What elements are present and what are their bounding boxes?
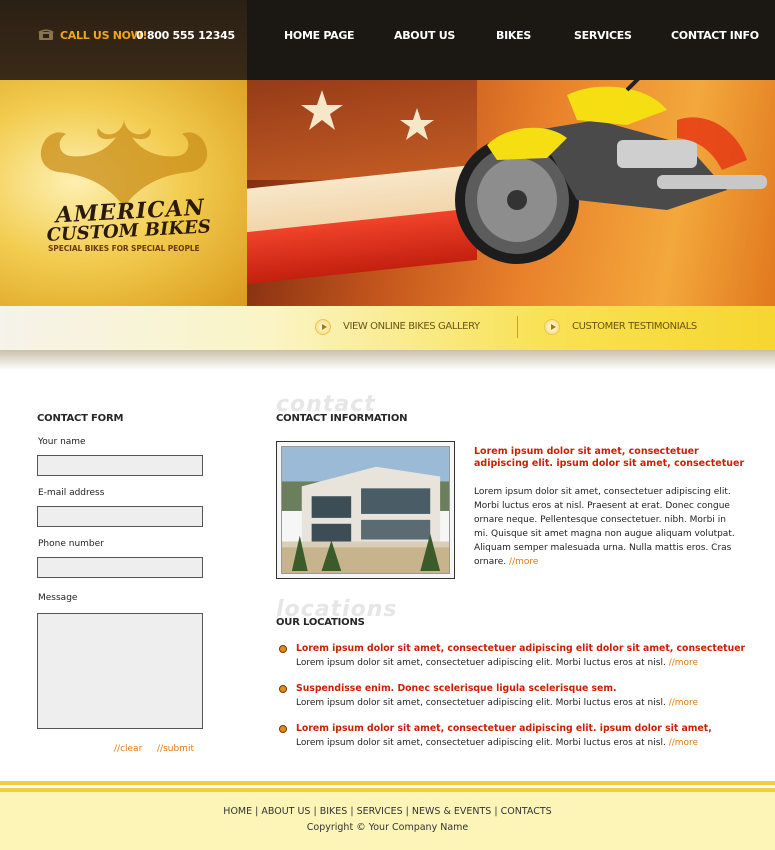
nav-about-us[interactable]: ABOUT US xyxy=(394,29,455,42)
footer-link-bikes[interactable]: BIKES xyxy=(320,806,348,817)
location-more-link-2[interactable]: //more xyxy=(669,698,698,708)
contact-body-line-2: Morbi luctus eros at nisl. Praesent at e… xyxy=(474,501,730,511)
location-body-3: Lorem ipsum dolor sit amet, consectetuer… xyxy=(296,738,666,748)
bullet-icon xyxy=(279,725,287,733)
logo-panel: AMERICAN CUSTOM BIKES SPECIAL BIKES FOR … xyxy=(0,80,247,306)
contact-body-line-4: mi. Quisque sit amet magna non augue ali… xyxy=(474,529,735,539)
location-heading-1: Lorem ipsum dolor sit amet, consectetuer… xyxy=(296,643,746,654)
message-label: Message xyxy=(38,593,78,603)
footer-link-home[interactable]: HOME xyxy=(223,806,252,817)
contact-form-title: CONTACT FORM xyxy=(37,413,124,424)
message-field[interactable] xyxy=(37,613,203,729)
name-label: Your name xyxy=(38,437,86,447)
location-text-1: Lorem ipsum dolor sit amet, consectetuer… xyxy=(296,656,698,670)
footer-link-services[interactable]: SERVICES xyxy=(357,806,403,817)
footer-link-news-events[interactable]: NEWS & EVENTS xyxy=(412,806,491,817)
location-body-1: Lorem ipsum dolor sit amet, consectetuer… xyxy=(296,658,666,668)
nav-bikes[interactable]: BIKES xyxy=(496,29,531,42)
logo-tagline: SPECIAL BIKES FOR SPECIAL PEOPLE xyxy=(48,244,200,253)
submit-button[interactable]: //submit xyxy=(157,744,194,754)
hero-image xyxy=(247,80,775,306)
page: CALL US NOW! 0 800 555 12345 HOME PAGE A… xyxy=(0,0,775,850)
copyright: Copyright © Your Company Name xyxy=(306,822,469,833)
play-circle-icon[interactable] xyxy=(315,319,331,335)
call-box: CALL US NOW! 0 800 555 12345 xyxy=(0,0,247,80)
bullet-icon xyxy=(279,645,287,653)
sub-banner-bar: VIEW ONLINE BIKES GALLERY CUSTOMER TESTI… xyxy=(0,306,775,350)
footer-nav: HOME | ABOUT US | BIKES | SERVICES | NEW… xyxy=(223,806,552,817)
bullet-icon xyxy=(279,685,287,693)
location-text-2: Lorem ipsum dolor sit amet, consectetuer… xyxy=(296,696,698,710)
testimonials-link[interactable]: CUSTOMER TESTIMONIALS xyxy=(572,321,697,332)
top-navigation-bar: CALL US NOW! 0 800 555 12345 HOME PAGE A… xyxy=(0,0,775,80)
footer: HOME | ABOUT US | BIKES | SERVICES | NEW… xyxy=(0,792,775,850)
location-more-link-1[interactable]: //more xyxy=(669,658,698,668)
nav-home-page[interactable]: HOME PAGE xyxy=(284,29,355,42)
phone-number: 0 800 555 12345 xyxy=(136,29,235,42)
phone-icon xyxy=(38,29,54,40)
phone-label: Phone number xyxy=(38,539,104,549)
contact-body-line-6: ornare. //more xyxy=(474,555,538,569)
play-circle-icon[interactable] xyxy=(544,319,560,335)
contact-red-line-1: Lorem ipsum dolor sit amet, consectetuer xyxy=(474,446,699,457)
call-now-label: CALL US NOW! xyxy=(60,29,148,42)
view-gallery-link[interactable]: VIEW ONLINE BIKES GALLERY xyxy=(343,321,480,332)
location-text-3: Lorem ipsum dolor sit amet, consectetuer… xyxy=(296,736,698,750)
footer-link-contacts[interactable]: CONTACTS xyxy=(501,806,552,817)
nav-services[interactable]: SERVICES xyxy=(574,29,632,42)
contact-body-line-3: ornare neque. Pellentesque consectetuer.… xyxy=(474,515,726,525)
sub-bar-shadow xyxy=(0,350,775,370)
banner: AMERICAN CUSTOM BIKES SPECIAL BIKES FOR … xyxy=(0,80,775,306)
footer-stripe xyxy=(0,781,775,785)
contact-more-link[interactable]: //more xyxy=(509,557,538,567)
contact-body-line-1: Lorem ipsum dolor sit amet, consectetuer… xyxy=(474,487,731,497)
locations-title: OUR LOCATIONS xyxy=(276,617,365,628)
location-heading-3: Lorem ipsum dolor sit amet, consectetuer… xyxy=(296,723,712,734)
name-field[interactable] xyxy=(37,455,203,476)
sub-bar-divider xyxy=(517,316,518,338)
contact-body-last: ornare. xyxy=(474,557,507,567)
contact-body-line-5: Aliquam semper malesuada urna. Nulla mat… xyxy=(474,543,732,553)
phone-field[interactable] xyxy=(37,557,203,578)
footer-link-about-us[interactable]: ABOUT US xyxy=(261,806,310,817)
house-photo xyxy=(281,446,450,574)
contact-info-title: CONTACT INFORMATION xyxy=(276,413,408,424)
location-heading-2: Suspendisse enim. Donec scelerisque ligu… xyxy=(296,683,617,694)
nav-contact-info[interactable]: CONTACT INFO xyxy=(671,29,759,42)
email-field[interactable] xyxy=(37,506,203,527)
house-photo-frame xyxy=(276,441,455,579)
logo-text: AMERICAN CUSTOM BIKES xyxy=(39,193,241,246)
clear-button[interactable]: //clear xyxy=(114,744,142,754)
location-body-2: Lorem ipsum dolor sit amet, consectetuer… xyxy=(296,698,666,708)
motorcycle-icon xyxy=(455,80,767,264)
contact-red-line-2: adipiscing elit. ipsum dolor sit amet, c… xyxy=(474,458,745,469)
email-label: E-mail address xyxy=(38,488,105,498)
location-more-link-3[interactable]: //more xyxy=(669,738,698,748)
